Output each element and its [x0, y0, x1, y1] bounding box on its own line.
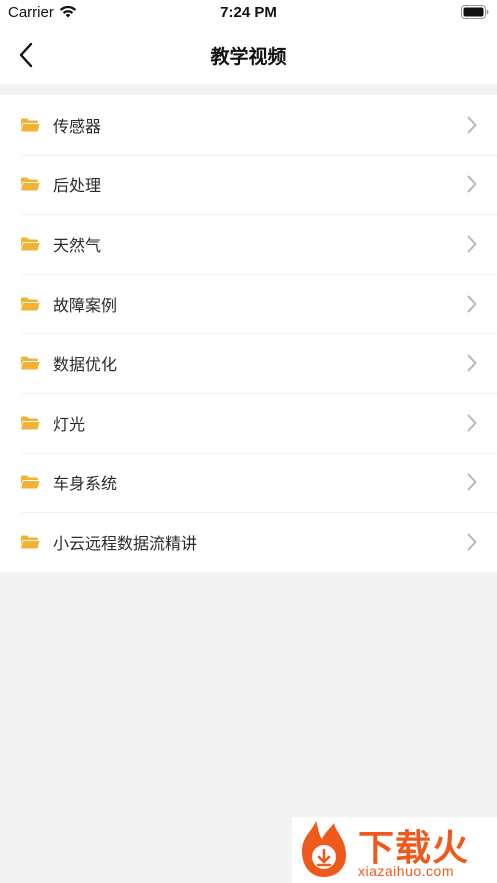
status-bar: Carrier 7:24 PM	[0, 0, 497, 26]
chevron-right-icon	[467, 354, 477, 372]
app-screen: Carrier 7:24 PM 教学视频 传感器后处理天然气故障案例数据优化灯光…	[0, 0, 497, 883]
folder-icon	[21, 118, 40, 132]
chevron-right-icon	[467, 414, 477, 432]
list-item-label: 传感器	[53, 116, 102, 136]
navigation-bar: 教学视频	[0, 26, 497, 84]
folder-icon	[21, 356, 40, 370]
chevron-right-icon	[467, 175, 477, 193]
list-item-label: 灯光	[53, 414, 86, 434]
chevron-right-icon	[467, 295, 477, 312]
list-item[interactable]: 天然气	[0, 214, 497, 274]
folder-icon	[21, 475, 40, 489]
folder-list: 传感器后处理天然气故障案例数据优化灯光车身系统小云远程数据流精讲	[0, 95, 497, 572]
folder-icon	[21, 177, 40, 191]
list-item-label: 故障案例	[53, 295, 118, 315]
flame-logo-icon	[302, 821, 346, 877]
list-item[interactable]: 小云远程数据流精讲	[0, 512, 497, 572]
list-item-label: 车身系统	[53, 474, 118, 494]
folder-icon	[21, 416, 40, 430]
list-item-label: 天然气	[53, 235, 102, 255]
list-item-label: 后处理	[53, 176, 102, 196]
list-item-label: 数据优化	[53, 355, 118, 375]
list-item[interactable]: 后处理	[0, 154, 497, 215]
page-title: 教学视频	[210, 46, 287, 68]
chevron-right-icon	[467, 533, 477, 551]
folder-icon	[21, 237, 40, 251]
chevron-right-icon	[467, 473, 477, 491]
list-item[interactable]: 数据优化	[0, 333, 497, 393]
list-item[interactable]: 故障案例	[0, 273, 497, 334]
list-item[interactable]: 车身系统	[0, 452, 497, 513]
chevron-right-icon	[467, 235, 477, 253]
list-item[interactable]: 传感器	[0, 95, 497, 155]
folder-icon	[21, 297, 40, 311]
watermark-logo: 下载火 xiazaihuo.com	[292, 817, 497, 883]
list-item-label: 小云远程数据流精讲	[53, 533, 198, 553]
chevron-right-icon	[467, 116, 477, 134]
watermark-url: xiazaihuo.com	[358, 863, 454, 879]
folder-icon	[21, 535, 40, 549]
status-time: 7:24 PM	[220, 4, 277, 21]
battery-icon	[461, 5, 489, 19]
list-item[interactable]: 灯光	[0, 392, 497, 453]
